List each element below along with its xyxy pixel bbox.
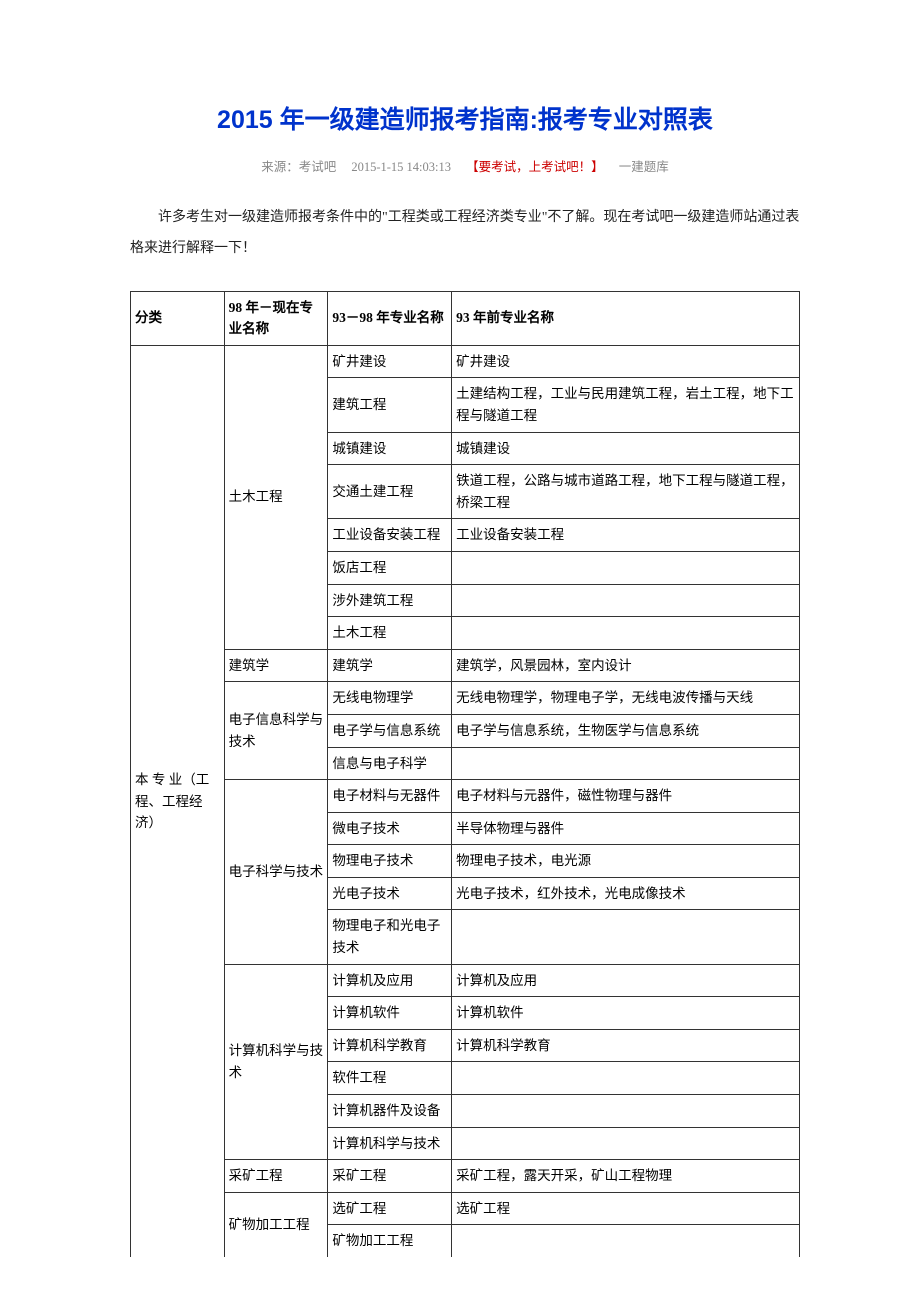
meta-source: 来源：考试吧: [261, 160, 336, 174]
page-title: 2015 年一级建造师报考指南:报考专业对照表: [130, 100, 800, 136]
cell-pre93: [452, 584, 800, 617]
category-cell: 本 专 业（工程、工程经济）: [131, 345, 225, 1257]
cell-pre93: [452, 551, 800, 584]
cell-93-98: 交通土建工程: [328, 465, 452, 519]
cell-pre93: 计算机及应用: [452, 964, 800, 997]
cell-pre93: 铁道工程，公路与城市道路工程，地下工程与隧道工程，桥梁工程: [452, 465, 800, 519]
cell-93-98: 矿井建设: [328, 345, 452, 378]
cell-93-98: 光电子技术: [328, 877, 452, 910]
cell-pre93: 无线电物理学，物理电子学，无线电波传播与天线: [452, 682, 800, 715]
cell-93-98: 饭店工程: [328, 551, 452, 584]
cell-93-98: 采矿工程: [328, 1160, 452, 1193]
cell-93-98: 软件工程: [328, 1062, 452, 1095]
meta-line: 来源：考试吧 2015-1-15 14:03:13 【要考试，上考试吧！】 一建…: [130, 156, 800, 175]
cell-93-98: 计算机及应用: [328, 964, 452, 997]
cell-93-98: 电子学与信息系统: [328, 714, 452, 747]
cell-pre93: [452, 910, 800, 964]
cell-93-98: 物理电子和光电子技术: [328, 910, 452, 964]
cell-pre93: 半导体物理与器件: [452, 812, 800, 845]
cell-pre93: 工业设备安装工程: [452, 519, 800, 552]
cell-pre93: [452, 1225, 800, 1257]
cell-93-98: 电子材料与无器件: [328, 780, 452, 813]
cell-93-98: 计算机器件及设备: [328, 1095, 452, 1128]
cell-pre93: 城镇建设: [452, 432, 800, 465]
major-cell: 土木工程: [224, 345, 328, 649]
th-category: 分类: [131, 291, 225, 345]
table-header-row: 分类 98 年－现在专业名称 93－98 年专业名称 93 年前专业名称: [131, 291, 800, 345]
cell-pre93: 电子材料与元器件，磁性物理与器件: [452, 780, 800, 813]
cell-93-98: 计算机软件: [328, 997, 452, 1030]
cell-pre93: [452, 617, 800, 650]
cell-93-98: 信息与电子科学: [328, 747, 452, 780]
cell-93-98: 选矿工程: [328, 1192, 452, 1225]
cell-93-98: 无线电物理学: [328, 682, 452, 715]
cell-pre93: 计算机科学教育: [452, 1029, 800, 1062]
cell-pre93: 电子学与信息系统，生物医学与信息系统: [452, 714, 800, 747]
table-row: 采矿工程 采矿工程 采矿工程，露天开采，矿山工程物理: [131, 1160, 800, 1193]
major-cell: 建筑学: [224, 649, 328, 682]
cell-pre93: [452, 1127, 800, 1160]
major-cell: 电子科学与技术: [224, 780, 328, 965]
th-pre93: 93 年前专业名称: [452, 291, 800, 345]
cell-pre93: 选矿工程: [452, 1192, 800, 1225]
major-cell: 计算机科学与技术: [224, 964, 328, 1160]
major-table: 分类 98 年－现在专业名称 93－98 年专业名称 93 年前专业名称 本 专…: [130, 291, 800, 1257]
major-cell: 矿物加工工程: [224, 1192, 328, 1257]
meta-highlight: 【要考试，上考试吧！】: [466, 160, 604, 174]
th-93-98: 93－98 年专业名称: [328, 291, 452, 345]
intro-paragraph: 许多考生对一级建造师报考条件中的"工程类或工程经济类专业"不了解。现在考试吧一级…: [130, 203, 800, 265]
th-now: 98 年－现在专业名称: [224, 291, 328, 345]
cell-pre93: 采矿工程，露天开采，矿山工程物理: [452, 1160, 800, 1193]
cell-93-98: 建筑工程: [328, 378, 452, 432]
table-row: 计算机科学与技术 计算机及应用 计算机及应用: [131, 964, 800, 997]
cell-93-98: 土木工程: [328, 617, 452, 650]
meta-datetime: 2015-1-15 14:03:13: [351, 160, 451, 174]
table-row: 电子科学与技术 电子材料与无器件 电子材料与元器件，磁性物理与器件: [131, 780, 800, 813]
cell-93-98: 建筑学: [328, 649, 452, 682]
cell-pre93: 物理电子技术，电光源: [452, 845, 800, 878]
cell-pre93: 计算机软件: [452, 997, 800, 1030]
table-row: 矿物加工工程 选矿工程 选矿工程: [131, 1192, 800, 1225]
cell-pre93: [452, 1095, 800, 1128]
cell-pre93: 矿井建设: [452, 345, 800, 378]
cell-93-98: 物理电子技术: [328, 845, 452, 878]
cell-pre93: 建筑学，风景园林，室内设计: [452, 649, 800, 682]
major-cell: 电子信息科学与技术: [224, 682, 328, 780]
cell-pre93: [452, 747, 800, 780]
cell-93-98: 计算机科学与技术: [328, 1127, 452, 1160]
table-row: 电子信息科学与技术 无线电物理学 无线电物理学，物理电子学，无线电波传播与天线: [131, 682, 800, 715]
cell-93-98: 微电子技术: [328, 812, 452, 845]
cell-pre93: [452, 1062, 800, 1095]
cell-93-98: 工业设备安装工程: [328, 519, 452, 552]
table-row: 本 专 业（工程、工程经济） 土木工程 矿井建设 矿井建设: [131, 345, 800, 378]
cell-93-98: 计算机科学教育: [328, 1029, 452, 1062]
table-row: 建筑学 建筑学 建筑学，风景园林，室内设计: [131, 649, 800, 682]
cell-pre93: 土建结构工程，工业与民用建筑工程，岩土工程，地下工程与隧道工程: [452, 378, 800, 432]
cell-93-98: 涉外建筑工程: [328, 584, 452, 617]
meta-extra: 一建题库: [619, 160, 669, 174]
cell-pre93: 光电子技术，红外技术，光电成像技术: [452, 877, 800, 910]
cell-93-98: 城镇建设: [328, 432, 452, 465]
major-cell: 采矿工程: [224, 1160, 328, 1193]
cell-93-98: 矿物加工工程: [328, 1225, 452, 1257]
